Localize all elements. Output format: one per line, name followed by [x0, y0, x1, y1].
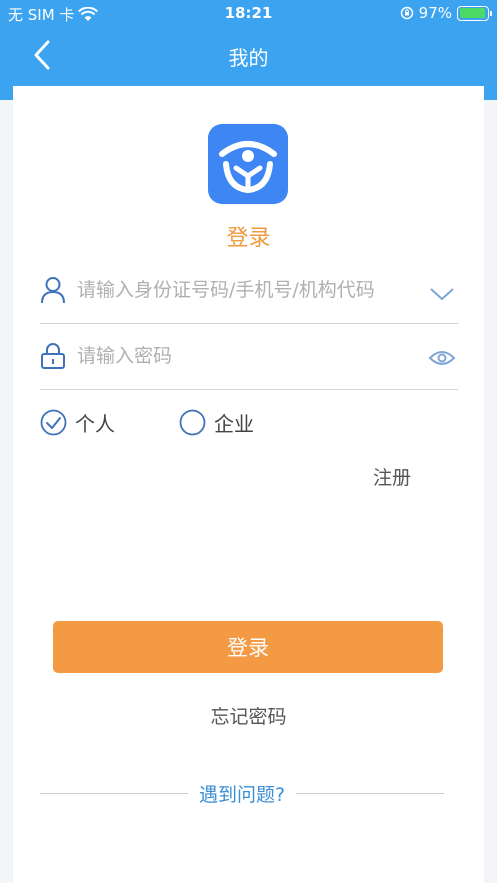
page-title: 我的	[228, 46, 269, 70]
radio-personal[interactable]: 个人	[40, 408, 115, 437]
forgot-password-link[interactable]: 忘记密码	[13, 702, 484, 729]
checked-circle-icon	[40, 409, 67, 436]
app-logo	[208, 124, 288, 204]
register-link[interactable]: 注册	[373, 463, 411, 490]
battery-percent: 97%	[418, 4, 452, 22]
app-logo-icon	[219, 141, 277, 194]
login-heading: 登录	[226, 226, 271, 251]
status-right: 97%	[400, 4, 492, 22]
lock-icon	[41, 343, 65, 369]
help-row: 遇到问题?	[40, 780, 444, 806]
user-icon	[41, 277, 65, 304]
battery-icon	[457, 5, 492, 21]
password-input[interactable]	[77, 340, 417, 372]
account-input[interactable]	[77, 274, 417, 306]
eye-icon[interactable]	[428, 348, 456, 368]
login-button[interactable]: 登录	[53, 621, 443, 673]
status-bar: 无 SIM 卡 18:21 97%	[0, 0, 497, 28]
top-bar: 无 SIM 卡 18:21 97% 我的	[0, 0, 497, 100]
radio-enterprise-label: 企业	[214, 412, 254, 436]
password-field	[40, 330, 458, 390]
chevron-down-icon[interactable]	[428, 284, 456, 304]
radio-personal-label: 个人	[75, 412, 115, 436]
account-field	[40, 264, 458, 324]
divider-right	[296, 793, 444, 794]
unchecked-circle-icon	[179, 409, 206, 436]
account-type-group: 个人 企业	[40, 408, 440, 438]
rotation-lock-icon	[400, 6, 413, 20]
login-card: 登录 个人	[13, 86, 484, 883]
nav-bar: 我的	[0, 30, 497, 80]
radio-enterprise[interactable]: 企业	[179, 408, 254, 437]
